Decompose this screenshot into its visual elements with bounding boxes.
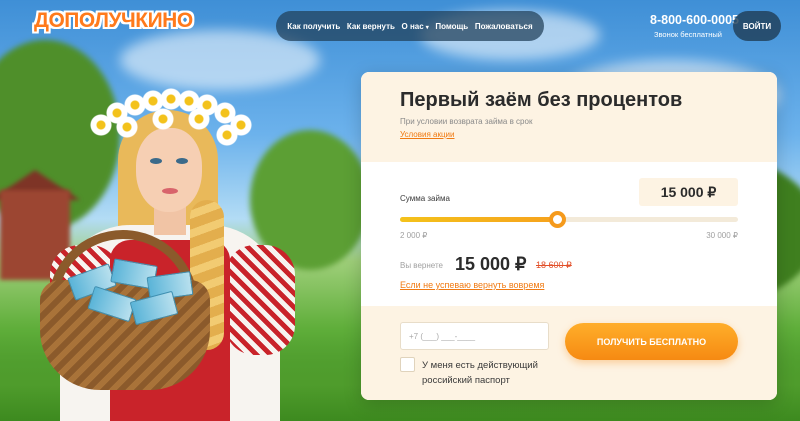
nav-item-help[interactable]: Помощь (435, 22, 468, 31)
passport-checkbox[interactable] (400, 357, 415, 372)
hotline-phone[interactable]: 8-800-600-0005 (621, 13, 739, 27)
nav-item-about-label: О нас (401, 21, 424, 31)
slider-thumb[interactable] (548, 211, 566, 228)
amount-label: Сумма займа (400, 194, 450, 203)
return-value: 15 000 ₽ (455, 254, 527, 274)
passport-checkbox-label: У меня есть действующий российский паспо… (422, 360, 538, 386)
daisy-wreath (90, 88, 252, 150)
offer-subtitle: При условии возврата займа в срок (400, 117, 533, 126)
amount-slider[interactable] (400, 211, 738, 228)
amount-value[interactable]: 15 000 ₽ (639, 178, 738, 206)
nav-item-complain[interactable]: Пожаловаться (475, 22, 533, 31)
terms-link[interactable]: Условия акции (400, 130, 455, 139)
phone-input[interactable] (400, 322, 549, 350)
nav-item-how-to-get[interactable]: Как получить (287, 22, 340, 31)
nav-item-about[interactable]: О нас ▾ (402, 22, 429, 31)
get-free-button[interactable]: ПОЛУЧИТЬ БЕСПЛАТНО (565, 323, 738, 360)
hotline-note: Звонок бесплатный (653, 30, 722, 39)
offer-title: Первый заём без процентов (400, 89, 683, 111)
main-nav: Как получить Как вернуть О нас ▾ Помощь П… (276, 11, 544, 41)
slider-min-label: 2 000 ₽ (400, 231, 428, 240)
loan-calculator-card: Первый заём без процентов При условии во… (361, 72, 777, 400)
login-button[interactable]: ВОЙТИ (733, 11, 781, 41)
nav-item-how-to-return[interactable]: Как вернуть (347, 22, 395, 31)
return-label: Вы вернете (400, 261, 443, 270)
chevron-down-icon: ▾ (425, 24, 429, 31)
brand-logo[interactable]: ДОПОЛУЧКИНО (34, 9, 193, 33)
return-old-price: 18 600 ₽ (536, 260, 572, 270)
late-return-link[interactable]: Если не успеваю вернуть вовремя (400, 280, 544, 290)
slider-fill (400, 217, 557, 222)
slider-max-label: 30 000 ₽ (706, 231, 738, 240)
hero-illustration (40, 70, 310, 421)
